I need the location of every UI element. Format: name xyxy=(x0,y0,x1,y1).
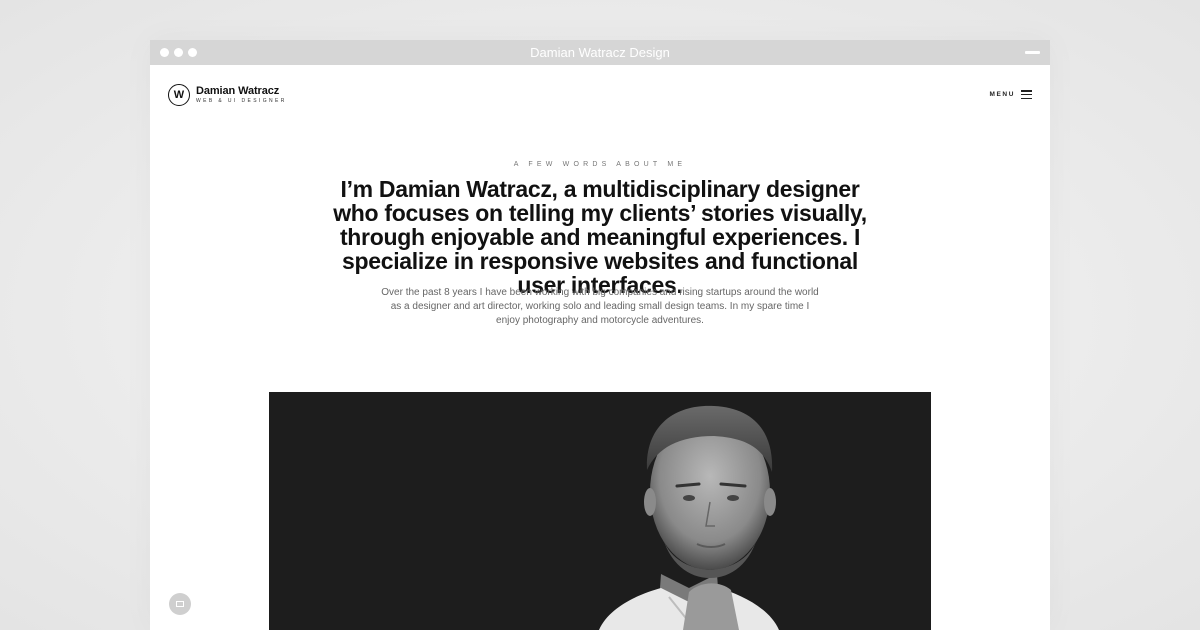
portrait-photo xyxy=(269,392,931,630)
hamburger-icon xyxy=(1021,90,1032,99)
mail-icon xyxy=(176,601,184,607)
intro-paragraph: Over the past 8 years I have been workin… xyxy=(381,287,819,326)
logo-text: Damian Watracz WEB & UI DESIGNER xyxy=(196,85,287,105)
page-content: W Damian Watracz WEB & UI DESIGNER MENU … xyxy=(150,65,1050,630)
minimize-bar-icon[interactable] xyxy=(1025,51,1040,54)
window-title: Damian Watracz Design xyxy=(530,45,670,60)
logo-tagline: WEB & UI DESIGNER xyxy=(196,98,287,104)
circle-w-logo-icon: W xyxy=(168,84,190,106)
site-logo[interactable]: W Damian Watracz WEB & UI DESIGNER xyxy=(168,84,287,106)
browser-window: Damian Watracz Design W Damian Watracz W… xyxy=(150,40,1050,630)
window-titlebar: Damian Watracz Design xyxy=(150,40,1050,65)
section-eyebrow: A FEW WORDS ABOUT ME xyxy=(513,161,687,168)
portrait-illustration xyxy=(599,405,779,630)
logo-name: Damian Watracz xyxy=(196,85,280,97)
contact-button[interactable] xyxy=(169,593,191,615)
menu-button[interactable]: MENU xyxy=(989,90,1032,99)
page-headline: I’m Damian Watracz, a multidisciplinary … xyxy=(333,176,867,298)
menu-label: MENU xyxy=(989,91,1015,98)
